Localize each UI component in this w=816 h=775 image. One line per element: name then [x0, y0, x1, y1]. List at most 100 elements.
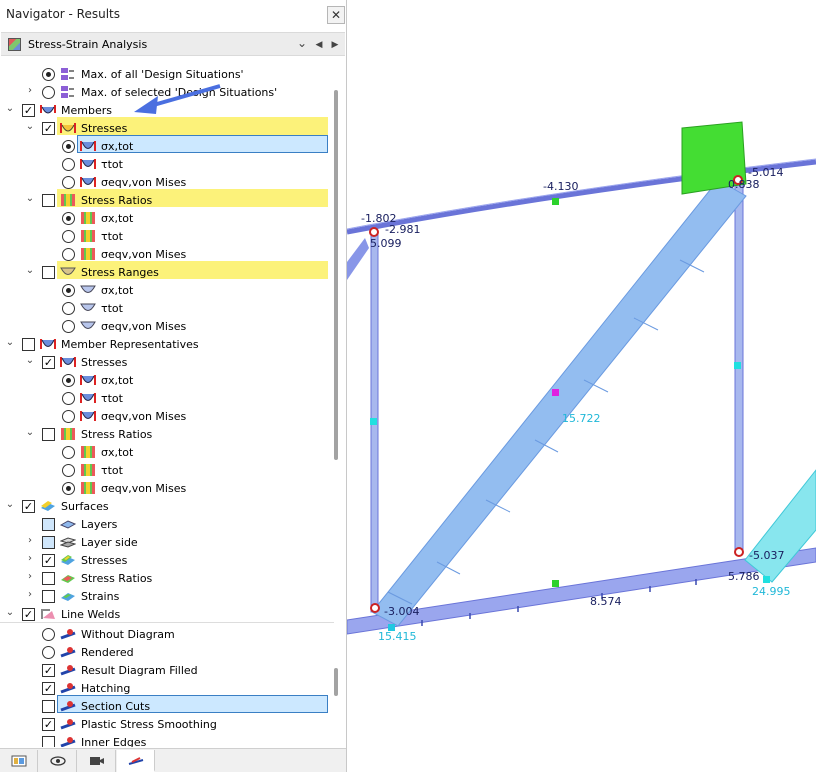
tree-item-line-welds[interactable]: ⌄ ✓ Line Welds [0, 605, 334, 623]
tree-item-rendered[interactable]: Rendered [0, 643, 334, 661]
checkbox-stresses[interactable]: ✓ [42, 122, 55, 135]
checkbox-surfaces[interactable]: ✓ [22, 500, 35, 513]
expand-icon[interactable]: › [24, 535, 36, 546]
radio-ratio-tau[interactable] [62, 230, 75, 243]
collapse-icon[interactable]: ⌄ [4, 607, 16, 618]
checkbox-stress-ratios[interactable] [42, 194, 55, 207]
structure-diagram[interactable]: -1.802 -2.981 5.099 -4.130 -5.014 0.838 … [347, 0, 816, 772]
node[interactable] [369, 227, 379, 237]
node[interactable] [370, 603, 380, 613]
collapse-icon[interactable]: ⌄ [4, 103, 16, 114]
radio-range-tau[interactable] [62, 302, 75, 315]
checkbox-layers[interactable] [42, 518, 55, 531]
tree-item-range-tau[interactable]: τtot [0, 299, 334, 317]
checkbox-surface-stresses[interactable]: ✓ [42, 554, 55, 567]
radio-max-all[interactable] [42, 68, 55, 81]
checkbox-section-cuts[interactable] [42, 700, 55, 713]
tree-item-rep-sigma-x[interactable]: σx,tot [0, 371, 334, 389]
checkbox-layer-side[interactable] [42, 536, 55, 549]
checkbox-stress-ranges[interactable] [42, 266, 55, 279]
radio-rep-eqv[interactable] [62, 410, 75, 423]
tree-item-rep-stresses[interactable]: ⌄ ✓ Stresses [0, 353, 334, 371]
tree-item-ratio-sigma-x[interactable]: σx,tot [0, 209, 334, 227]
radio-range-sigma-x[interactable] [62, 284, 75, 297]
radio-rep-sigma-x[interactable] [62, 374, 75, 387]
model-view[interactable]: -1.802 -2.981 5.099 -4.130 -5.014 0.838 … [347, 0, 816, 772]
collapse-icon[interactable]: ⌄ [4, 337, 16, 348]
next-button[interactable]: ▶ [329, 37, 341, 53]
tree-item-section-cuts[interactable]: Section Cuts [0, 697, 334, 715]
checkbox-hatching[interactable]: ✓ [42, 682, 55, 695]
checkbox-result-diagram-filled[interactable]: ✓ [42, 664, 55, 677]
tree-item-tau[interactable]: τtot [0, 155, 334, 173]
radio-rep-ratio-eqv[interactable] [62, 482, 75, 495]
tree-item-rep-ratio-sigma-x[interactable]: σx,tot [0, 443, 334, 461]
tree-item-range-eqv[interactable]: σeqv,von Mises [0, 317, 334, 335]
radio-max-selected[interactable] [42, 86, 55, 99]
checkbox-surface-stress-ratios[interactable] [42, 572, 55, 585]
results-tab[interactable] [117, 750, 155, 772]
tree-item-member-representatives[interactable]: ⌄ Member Representatives [0, 335, 334, 353]
checkbox-plastic-smoothing[interactable]: ✓ [42, 718, 55, 731]
scrollbar-thumb[interactable] [334, 90, 338, 460]
radio-ratio-eqv[interactable] [62, 248, 75, 261]
scrollbar-thumb[interactable] [334, 668, 338, 696]
checkbox-rep-stress-ratios[interactable] [42, 428, 55, 441]
expand-icon[interactable]: › [24, 589, 36, 600]
analysis-select[interactable]: Stress-Strain Analysis ⌄ ◀ ▶ [1, 32, 345, 56]
previous-button[interactable]: ◀ [313, 37, 325, 53]
tree-item-rep-stress-ratios[interactable]: ⌄ Stress Ratios [0, 425, 334, 443]
views-tab[interactable] [78, 750, 116, 772]
tree-item-plastic-smoothing[interactable]: ✓ Plastic Stress Smoothing [0, 715, 334, 733]
tree-item-without-diagram[interactable]: Without Diagram [0, 625, 334, 643]
expand-icon[interactable]: › [24, 553, 36, 564]
tree-item-ratio-tau[interactable]: τtot [0, 227, 334, 245]
checkbox-line-welds[interactable]: ✓ [22, 608, 35, 621]
radio-rep-ratio-sigma-x[interactable] [62, 446, 75, 459]
expand-icon[interactable]: › [24, 85, 36, 96]
checkbox-strains[interactable] [42, 590, 55, 603]
tree-item-inner-edges[interactable]: Inner Edges [0, 733, 334, 747]
collapse-icon[interactable]: ⌄ [24, 193, 36, 204]
radio-rendered[interactable] [42, 646, 55, 659]
tree-item-rep-ratio-tau[interactable]: τtot [0, 461, 334, 479]
tree-item-surface-stresses[interactable]: › ✓ Stresses [0, 551, 334, 569]
chevron-down-icon[interactable]: ⌄ [297, 36, 307, 50]
radio-rep-ratio-tau[interactable] [62, 464, 75, 477]
tree-item-rep-ratio-eqv[interactable]: σeqv,von Mises [0, 479, 334, 497]
collapse-icon[interactable]: ⌄ [24, 355, 36, 366]
tree-item-range-sigma-x[interactable]: σx,tot [0, 281, 334, 299]
tree-item-result-diagram-filled[interactable]: ✓ Result Diagram Filled [0, 661, 334, 679]
tree-item-sigma-x[interactable]: σx,tot [0, 137, 334, 155]
checkbox-rep-stresses[interactable]: ✓ [42, 356, 55, 369]
radio-range-eqv[interactable] [62, 320, 75, 333]
checkbox-member-representatives[interactable] [22, 338, 35, 351]
tree-item-surfaces[interactable]: ⌄ ✓ Surfaces [0, 497, 334, 515]
tree-item-rep-eqv[interactable]: σeqv,von Mises [0, 407, 334, 425]
tree-item-stress-ranges[interactable]: ⌄ Stress Ranges [0, 263, 334, 281]
collapse-icon[interactable]: ⌄ [24, 121, 36, 132]
display-tab[interactable] [39, 750, 77, 772]
data-tab[interactable] [0, 750, 38, 772]
tree-item-layer-side[interactable]: › Layer side [0, 533, 334, 551]
radio-sigma-eqv[interactable] [62, 176, 75, 189]
collapse-icon[interactable]: ⌄ [24, 427, 36, 438]
collapse-icon[interactable]: ⌄ [24, 265, 36, 276]
node[interactable] [734, 547, 744, 557]
tree-item-rep-tau[interactable]: τtot [0, 389, 334, 407]
radio-ratio-sigma-x[interactable] [62, 212, 75, 225]
radio-rep-tau[interactable] [62, 392, 75, 405]
tree-item-strains[interactable]: › Strains [0, 587, 334, 605]
expand-icon[interactable]: › [24, 571, 36, 582]
radio-without-diagram[interactable] [42, 628, 55, 641]
checkbox-inner-edges[interactable] [42, 736, 55, 747]
collapse-icon[interactable]: ⌄ [4, 499, 16, 510]
tree-item-stress-ratios[interactable]: ⌄ Stress Ratios [0, 191, 334, 209]
radio-tau[interactable] [62, 158, 75, 171]
tree-item-max-all[interactable]: Max. of all 'Design Situations' [0, 65, 334, 83]
checkbox-members[interactable]: ✓ [22, 104, 35, 117]
tree-item-surface-stress-ratios[interactable]: › Stress Ratios [0, 569, 334, 587]
radio-sigma-x[interactable] [62, 140, 75, 153]
close-button[interactable]: ✕ [327, 6, 345, 24]
tree-item-layers[interactable]: Layers [0, 515, 334, 533]
